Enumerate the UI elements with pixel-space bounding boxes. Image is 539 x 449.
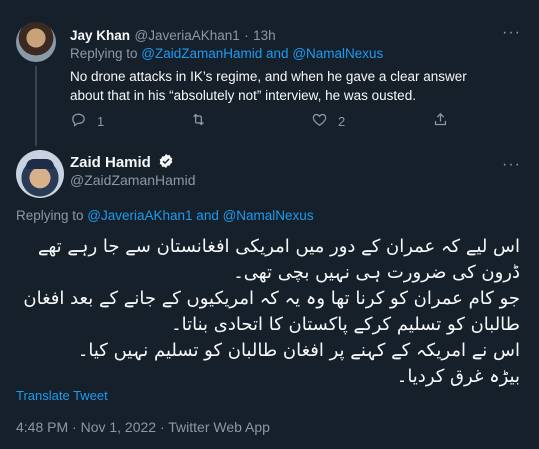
- main-author-name[interactable]: Zaid Hamid: [70, 154, 151, 171]
- reply-text: No drone attacks in IK’s regime, and whe…: [70, 69, 467, 103]
- retweet-icon: [190, 111, 207, 131]
- like-count: 2: [338, 113, 346, 129]
- main-tweet-text: اس لیے کہ عمران کے دور میں امریکی افغانس…: [23, 236, 520, 387]
- reply-replying-prefix: Replying to: [70, 46, 142, 61]
- tweet-timestamp[interactable]: 4:48 PM · Nov 1, 2022 · Twitter Web App: [16, 419, 270, 435]
- verified-badge-icon: [158, 153, 174, 169]
- thread-connector-line: [35, 66, 37, 146]
- reply-count: 1: [97, 113, 105, 129]
- main-replying-prefix: Replying to: [16, 208, 88, 223]
- share-button[interactable]: [432, 111, 449, 131]
- retweet-button[interactable]: [190, 111, 207, 131]
- main-author-avatar[interactable]: [16, 150, 64, 198]
- reply-replying-to-mentions[interactable]: @ZaidZamanHamid and @NamalNexus: [141, 46, 383, 61]
- like-button[interactable]: 2: [311, 111, 345, 131]
- reply-header: Jay Khan @JaveriaAKhan1 · 13h: [70, 27, 276, 45]
- share-icon: [432, 111, 449, 131]
- reply-separator: ·: [244, 28, 249, 43]
- main-replying-to-mentions[interactable]: @JaveriaAKhan1 and @NamalNexus: [87, 208, 313, 223]
- reply-action-bar: 1 2: [70, 111, 470, 131]
- reply-button[interactable]: 1: [70, 111, 104, 131]
- reply-icon: [70, 111, 87, 131]
- like-icon: [311, 111, 328, 131]
- translate-tweet-link[interactable]: Translate Tweet: [16, 388, 108, 403]
- reply-more-options-button[interactable]: ···: [502, 24, 521, 42]
- reply-time[interactable]: 13h: [253, 28, 276, 43]
- reply-author-name[interactable]: Jay Khan: [70, 28, 130, 43]
- main-replying-to: Replying to @JaveriaAKhan1 and @NamalNex…: [16, 208, 314, 223]
- reply-replying-to: Replying to @ZaidZamanHamid and @NamalNe…: [70, 46, 383, 61]
- reply-author-avatar[interactable]: [16, 22, 56, 62]
- main-author-block: Zaid Hamid: [70, 153, 174, 172]
- main-author-handle[interactable]: @ZaidZamanHamid: [70, 172, 195, 188]
- reply-author-handle[interactable]: @JaveriaAKhan1: [134, 28, 239, 43]
- main-more-options-button[interactable]: ···: [502, 156, 521, 174]
